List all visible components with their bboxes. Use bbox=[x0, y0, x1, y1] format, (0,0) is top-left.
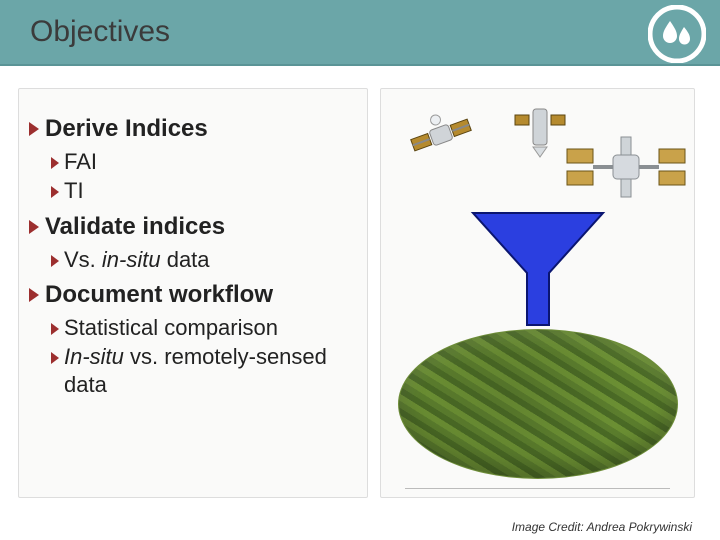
bullet-arrow-icon bbox=[29, 220, 39, 234]
text-fragment-italic: In-situ bbox=[64, 344, 124, 369]
bullet-text: Statistical comparison bbox=[64, 314, 278, 342]
illustration-panel bbox=[380, 88, 695, 498]
bullet-text: FAI bbox=[64, 148, 97, 176]
algae-ellipse-icon bbox=[398, 329, 678, 479]
bullet-arrow-icon bbox=[29, 122, 39, 136]
bullet-insitu-vs-remote: In-situ vs. remotely-sensed data bbox=[51, 343, 357, 398]
bullet-text: TI bbox=[64, 177, 84, 205]
bullet-fai: FAI bbox=[51, 148, 357, 176]
bullet-derive-indices: Derive Indices bbox=[29, 115, 357, 144]
satellite-icon bbox=[405, 105, 477, 170]
content-area: Derive Indices FAI TI Validate indices V… bbox=[0, 66, 720, 520]
bullet-arrow-icon bbox=[51, 186, 59, 198]
water-drops-logo-icon bbox=[648, 5, 706, 63]
bullet-arrow-icon bbox=[51, 157, 59, 169]
slide-header: Objectives bbox=[0, 0, 720, 66]
bullet-text: Derive Indices bbox=[45, 115, 208, 144]
bullet-text: Vs. in-situ data bbox=[64, 246, 210, 274]
bullet-document-workflow: Document workflow bbox=[29, 281, 357, 310]
text-fragment: data bbox=[161, 247, 210, 272]
bullet-arrow-icon bbox=[51, 352, 59, 364]
bullet-vs-insitu: Vs. in-situ data bbox=[51, 246, 357, 274]
bullet-stat-comparison: Statistical comparison bbox=[51, 314, 357, 342]
down-arrow-icon bbox=[463, 207, 613, 342]
bullet-arrow-icon bbox=[29, 288, 39, 302]
space-station-icon bbox=[561, 131, 691, 214]
slide: Objectives Derive Indices FAI TI Validat… bbox=[0, 0, 720, 540]
text-fragment-italic: in-situ bbox=[102, 247, 161, 272]
bullet-panel: Derive Indices FAI TI Validate indices V… bbox=[18, 88, 368, 498]
text-fragment: Vs. bbox=[64, 247, 102, 272]
bullet-ti: TI bbox=[51, 177, 357, 205]
bullet-text: In-situ vs. remotely-sensed data bbox=[64, 343, 354, 398]
bullet-text: Validate indices bbox=[45, 213, 225, 242]
bullet-arrow-icon bbox=[51, 323, 59, 335]
image-credit: Image Credit: Andrea Pokrywinski bbox=[512, 520, 692, 534]
divider bbox=[405, 488, 670, 489]
satellite-cluster bbox=[381, 99, 694, 219]
satellite-icon bbox=[513, 99, 567, 164]
bullet-text: Document workflow bbox=[45, 281, 273, 310]
bullet-arrow-icon bbox=[51, 255, 59, 267]
slide-title: Objectives bbox=[30, 15, 170, 49]
bullet-validate: Validate indices bbox=[29, 213, 357, 242]
